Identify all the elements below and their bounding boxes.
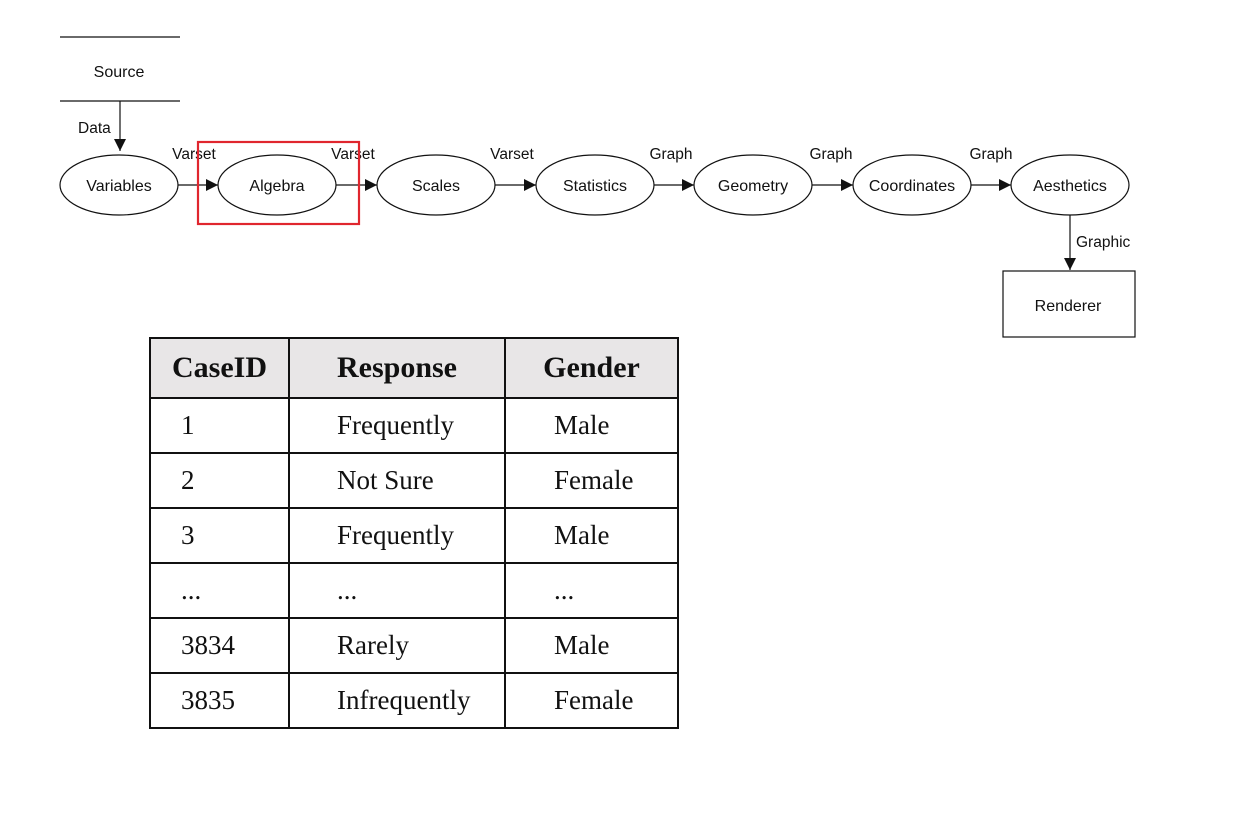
table-row: 1 Frequently Male (149, 397, 679, 454)
cell-caseid: 3834 (149, 617, 290, 674)
link-label: Graph (969, 146, 1012, 163)
link-label: Varset (172, 146, 216, 163)
cell-response: Rarely (288, 617, 506, 674)
link-label: Graph (649, 146, 692, 163)
node-coordinates: Coordinates (852, 154, 972, 216)
cell-caseid: 2 (149, 452, 290, 509)
source-node: Source (60, 36, 180, 102)
cell-gender: Male (504, 397, 679, 454)
header-caseid: CaseID (149, 337, 290, 399)
table-header-row: CaseID Response Gender (149, 337, 679, 399)
table-row: 3834 Rarely Male (149, 617, 679, 674)
data-table: CaseID Response Gender 1 Frequently Male… (149, 337, 679, 729)
cell-gender: ... (504, 562, 679, 619)
cell-gender: Female (504, 672, 679, 729)
node-label-geometry: Geometry (718, 178, 788, 195)
cell-caseid: 3 (149, 507, 290, 564)
edge-data-label: Data (78, 120, 111, 137)
link-label: Varset (331, 146, 375, 163)
pipeline-diagram: Source Data Variables Algebra Scales Sta… (59, 36, 1136, 338)
link-label: Graph (809, 146, 852, 163)
link-scales-statistics: Varset (490, 146, 536, 191)
header-response: Response (288, 337, 506, 399)
table-row: 3 Frequently Male (149, 507, 679, 564)
renderer-node: Renderer (1002, 270, 1136, 338)
cell-response: ... (288, 562, 506, 619)
cell-response: Frequently (288, 397, 506, 454)
node-variables: Variables (59, 154, 179, 216)
node-geometry: Geometry (693, 154, 813, 216)
node-scales: Scales (376, 154, 496, 216)
cell-response: Frequently (288, 507, 506, 564)
link-geometry-coordinates: Graph (809, 146, 853, 191)
cell-caseid: 3835 (149, 672, 290, 729)
node-label-statistics: Statistics (563, 178, 627, 195)
node-algebra: Algebra (217, 154, 337, 216)
node-label-variables: Variables (86, 178, 152, 195)
cell-caseid: 1 (149, 397, 290, 454)
link-algebra-scales: Varset (331, 146, 377, 191)
cell-gender: Male (504, 507, 679, 564)
source-label: Source (94, 64, 145, 81)
table-row: 3835 Infrequently Female (149, 672, 679, 729)
node-label-algebra: Algebra (249, 178, 304, 195)
table-row: 2 Not Sure Female (149, 452, 679, 509)
renderer-label: Renderer (1035, 298, 1102, 315)
table-row: ... ... ... (149, 562, 679, 619)
cell-gender: Female (504, 452, 679, 509)
edge-graphic-label: Graphic (1076, 234, 1131, 251)
node-label-aesthetics: Aesthetics (1033, 178, 1107, 195)
link-coordinates-aesthetics: Graph (969, 146, 1013, 191)
header-gender: Gender (504, 337, 679, 399)
node-aesthetics: Aesthetics (1010, 154, 1130, 216)
link-label: Varset (490, 146, 534, 163)
cell-gender: Male (504, 617, 679, 674)
cell-response: Not Sure (288, 452, 506, 509)
cell-response: Infrequently (288, 672, 506, 729)
cell-caseid: ... (149, 562, 290, 619)
node-statistics: Statistics (535, 154, 655, 216)
link-statistics-geometry: Graph (649, 146, 694, 191)
node-label-coordinates: Coordinates (869, 178, 955, 195)
link-variables-algebra: Varset (172, 146, 218, 191)
node-label-scales: Scales (412, 178, 460, 195)
